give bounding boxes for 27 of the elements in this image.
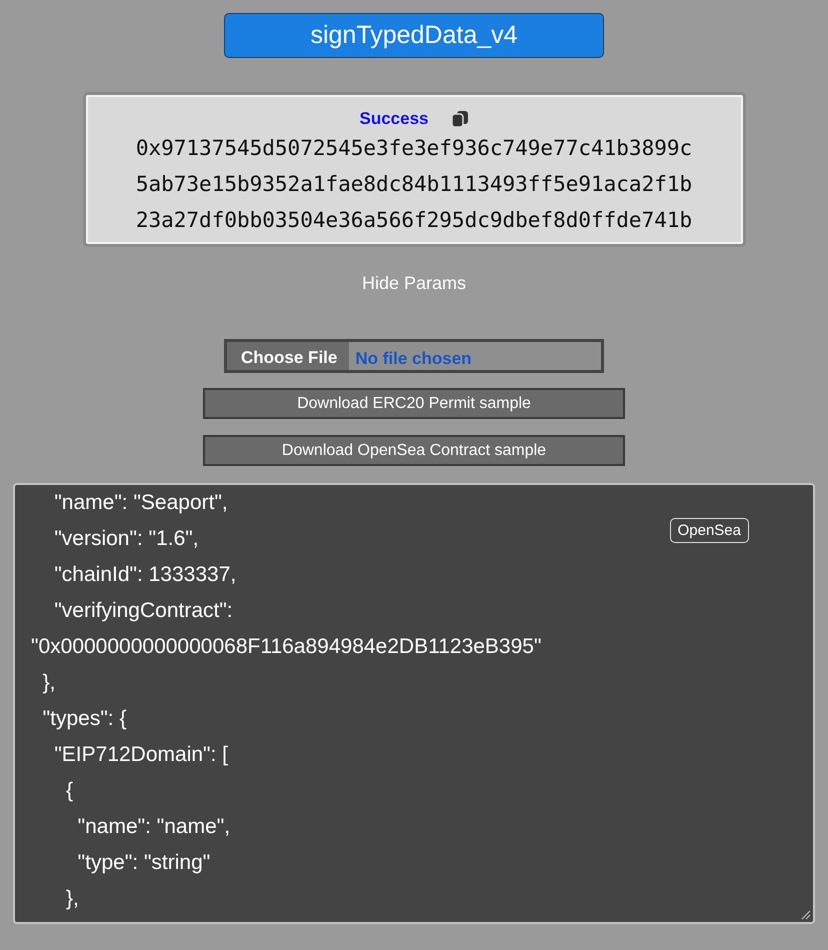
opensea-badge: OpenSea <box>670 518 749 543</box>
code-line: "version": "1.6", <box>53 526 199 552</box>
signature-line: 23a27df0bb03504e36a566f295dc9dbef8d0ffde741b <box>136 207 692 234</box>
download-button[interactable]: Download OpenSea Contract sample <box>203 435 625 466</box>
code-line: "types": { <box>42 706 126 732</box>
code-line: }, <box>42 670 56 696</box>
file-input[interactable]: Choose File No file chosen <box>224 339 604 373</box>
code-line: "0x0000000000000068F116a894984e2DB1123eB395" <box>31 634 542 660</box>
file-status: No file chosen <box>354 348 472 370</box>
code-line: "verifyingContract": <box>53 598 233 624</box>
code-line: }, <box>65 886 79 912</box>
download-button[interactable]: Download ERC20 Permit sample <box>203 388 625 419</box>
choose-file-button[interactable]: Choose File <box>227 342 350 370</box>
code-line: "type": "string" <box>76 850 210 876</box>
hide-params-link[interactable]: Hide Params <box>362 273 466 294</box>
code-line: "chainId": 1333337, <box>53 562 236 588</box>
status-label: Success <box>360 109 428 129</box>
code-line: "name": "Seaport", <box>53 490 228 516</box>
copy-icon[interactable] <box>450 110 468 128</box>
json-editor[interactable]: "name": "Seaport", "version": "1.6", "chainId": 1333337, "verifyingContract": "0x0000000000000068F116a894984e2DB1123eB395" }, "types": { "EIP712Domain": [ { "name": "name", "type": "string" }, OpenSea <box>13 483 815 924</box>
signature-line: 0x97137545d5072545e3fe3ef936c749e77c41b3899c <box>136 135 692 162</box>
signature-line: 5ab73e15b9352a1fae8dc84b1113493ff5e91aca2f1b <box>136 171 692 198</box>
code-line: { <box>65 778 74 804</box>
code-line: "EIP712Domain": [ <box>53 742 228 768</box>
code-line: "name": "name", <box>76 814 230 840</box>
resize-grip-icon[interactable] <box>799 908 811 920</box>
title-button[interactable]: signTypedData_v4 <box>224 13 604 58</box>
